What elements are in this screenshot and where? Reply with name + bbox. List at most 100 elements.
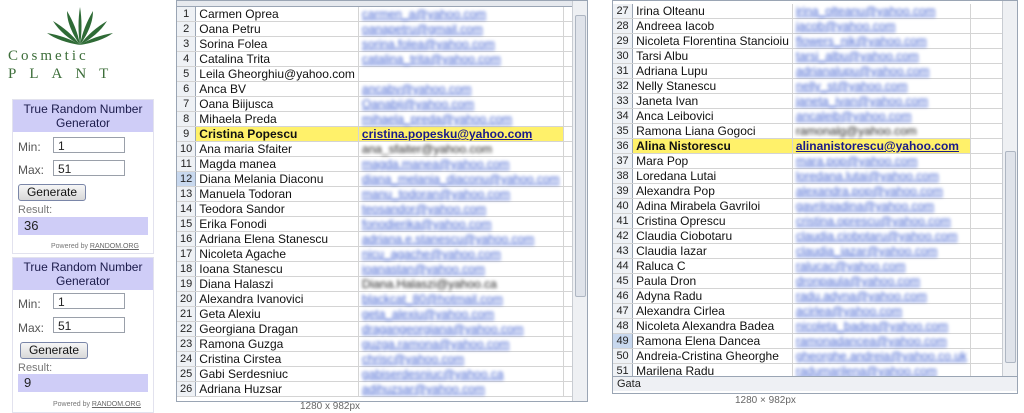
- table-row[interactable]: 37 Mara Pop mara.pop@yahoo.com: [613, 153, 1004, 169]
- row-number[interactable]: 41: [613, 213, 634, 229]
- table-row[interactable]: 33 Janeta Ivan janeta_ivan@yahoo.com: [613, 93, 1004, 109]
- row-number[interactable]: 46: [613, 288, 634, 304]
- row-number[interactable]: 7: [177, 96, 197, 112]
- table-row[interactable]: 43 Claudia Iazar claudia_iazar@yahoo.com: [613, 243, 1004, 259]
- table-row[interactable]: 27 Irina Olteanu irina_olteanu@yahoo.com: [613, 4, 1004, 19]
- name-cell[interactable]: Ana maria Sfaiter: [195, 141, 359, 157]
- name-cell[interactable]: Raluca C: [632, 258, 793, 274]
- max-input[interactable]: 51: [53, 317, 125, 333]
- table-row[interactable]: 6 Anca BV ancabv@yahoo.com: [177, 81, 574, 97]
- row-number[interactable]: 11: [177, 156, 197, 172]
- table-row[interactable]: 13 Manuela Todoran manu_todoran@yahoo.com: [177, 186, 574, 202]
- table-row[interactable]: 26 Adriana Huzsar adihuzsar@yahoo.com: [177, 381, 574, 397]
- name-cell[interactable]: Ramona Guzga: [195, 336, 359, 352]
- name-cell[interactable]: Loredana Lutai: [632, 168, 793, 184]
- email-cell[interactable]: dragangeorgiana@yahoo.com: [358, 321, 564, 337]
- email-cell[interactable]: Diana.Halaszi@yahoo.ca: [358, 276, 564, 292]
- email-cell[interactable]: Oanabij@yahoo.com: [358, 96, 564, 112]
- email-cell[interactable]: acirlea@yahoo.com: [792, 303, 971, 319]
- name-cell[interactable]: Nicoleta Alexandra Badea: [632, 318, 793, 334]
- empty-cell[interactable]: [970, 63, 1004, 79]
- table-row[interactable]: 10 Ana maria Sfaiter ana_sfaiter@yahoo.com: [177, 141, 574, 157]
- name-cell[interactable]: Cristina Oprescu: [632, 213, 793, 229]
- row-number[interactable]: 21: [177, 306, 197, 322]
- row-number[interactable]: 17: [177, 246, 197, 262]
- name-cell[interactable]: Andreea Iacob: [632, 18, 793, 34]
- empty-cell[interactable]: [970, 138, 1004, 154]
- name-cell[interactable]: Ramona Elena Dancea: [632, 333, 793, 349]
- email-cell[interactable]: tarsi_albu@yahoo.com: [792, 48, 971, 64]
- name-cell[interactable]: Janeta Ivan: [632, 93, 793, 109]
- name-cell[interactable]: Claudia Ciobotaru: [632, 228, 793, 244]
- name-cell[interactable]: Manuela Todoran: [195, 186, 359, 202]
- empty-cell[interactable]: [970, 213, 1004, 229]
- email-cell[interactable]: gabiserdesniuc@yahoo.ca: [358, 366, 564, 382]
- row-number[interactable]: 32: [613, 78, 634, 94]
- empty-cell[interactable]: [970, 48, 1004, 64]
- name-cell[interactable]: Diana Halaszi: [195, 276, 359, 292]
- table-row[interactable]: 23 Ramona Guzga guzga.ramona@yahoo.com: [177, 336, 574, 352]
- row-number[interactable]: 45: [613, 273, 634, 289]
- email-cell[interactable]: ramonadancea@yahoo.com: [792, 333, 971, 349]
- table-row[interactable]: 48 Nicoleta Alexandra Badea nicoleta_badea…: [613, 318, 1004, 334]
- row-number[interactable]: 2: [177, 21, 197, 37]
- table-row[interactable]: 42 Claudia Ciobotaru claudia.ciobotaru@yah…: [613, 228, 1004, 244]
- empty-cell[interactable]: [970, 273, 1004, 289]
- table-row[interactable]: 14 Teodora Sandor teosandor@yahoo.com: [177, 201, 574, 217]
- table-row[interactable]: 46 Adyna Radu radu.adyna@yahoo.com: [613, 288, 1004, 304]
- name-cell[interactable]: Anca Leibovici: [632, 108, 793, 124]
- table-row[interactable]: 4 Catalina Trita catalina_trita@yahoo.com: [177, 51, 574, 67]
- email-cell[interactable]: ana_sfaiter@yahoo.com: [358, 141, 564, 157]
- row-number[interactable]: 49: [613, 333, 634, 349]
- name-cell[interactable]: Adina Mirabela Gavriloi: [632, 198, 793, 214]
- row-number[interactable]: 37: [613, 153, 634, 169]
- table-row[interactable]: 17 Nicoleta Agache nicu_agache@yahoo.com: [177, 246, 574, 262]
- name-cell[interactable]: Nicoleta Florentina Stancioiu: [632, 33, 793, 49]
- name-cell[interactable]: Tarsi Albu: [632, 48, 793, 64]
- empty-cell[interactable]: [970, 243, 1004, 259]
- row-number[interactable]: 5: [177, 66, 197, 82]
- table-row[interactable]: 11 Magda manea magda.manea@yahoo.com: [177, 156, 574, 172]
- row-number[interactable]: 4: [177, 51, 197, 67]
- name-cell[interactable]: Paula Dron: [632, 273, 793, 289]
- row-number[interactable]: 22: [177, 321, 197, 337]
- row-number[interactable]: 10: [177, 141, 197, 157]
- row-number[interactable]: 48: [613, 318, 634, 334]
- row-number[interactable]: 47: [613, 303, 634, 319]
- table-row[interactable]: 30 Tarsi Albu tarsi_albu@yahoo.com: [613, 48, 1004, 64]
- row-number[interactable]: 50: [613, 348, 634, 364]
- email-cell[interactable]: adrianalupu@yahoo.com: [792, 63, 971, 79]
- row-number[interactable]: 20: [177, 291, 197, 307]
- email-cell[interactable]: adriana.e.stanescu@yahoo.com: [358, 231, 564, 247]
- row-number[interactable]: 36: [613, 138, 634, 154]
- row-number[interactable]: 6: [177, 81, 197, 97]
- table-row[interactable]: 5 Leila Gheorghiu@yahoo.com: [177, 66, 574, 82]
- name-cell[interactable]: Alina Nistorescu: [632, 138, 793, 154]
- name-cell[interactable]: Ramona Liana Gogoci: [632, 123, 793, 139]
- email-cell[interactable]: irina_olteanu@yahoo.com: [792, 4, 971, 19]
- email-cell[interactable]: claudia.ciobotaru@yahoo.com: [792, 228, 971, 244]
- name-cell[interactable]: Cristina Cirstea: [195, 351, 359, 367]
- empty-cell[interactable]: [970, 288, 1004, 304]
- table-row[interactable]: 29 Nicoleta Florentina Stancioiu flowers_n…: [613, 33, 1004, 49]
- name-cell[interactable]: Alexandra Pop: [632, 183, 793, 199]
- name-cell[interactable]: Diana Melania Diaconu: [195, 171, 359, 187]
- row-number[interactable]: 38: [613, 168, 634, 184]
- email-cell[interactable]: [358, 66, 564, 82]
- empty-cell[interactable]: [970, 258, 1004, 274]
- email-cell[interactable]: blackcat_80@hotmail.com: [358, 291, 564, 307]
- empty-cell[interactable]: [970, 33, 1004, 49]
- name-cell[interactable]: Leila Gheorghiu@yahoo.com: [195, 66, 359, 82]
- name-cell[interactable]: Magda manea: [195, 156, 359, 172]
- name-cell[interactable]: Carmen Oprea: [195, 7, 359, 22]
- name-cell[interactable]: Claudia Iazar: [632, 243, 793, 259]
- generate-button[interactable]: Generate: [18, 184, 86, 201]
- email-cell[interactable]: claudia_iazar@yahoo.com: [792, 243, 971, 259]
- name-cell[interactable]: Mara Pop: [632, 153, 793, 169]
- table-row[interactable]: 50 Andreia-Cristina Gheorghe gheorghe.andr…: [613, 348, 1004, 364]
- name-cell[interactable]: Nelly Stanescu: [632, 78, 793, 94]
- name-cell[interactable]: Sorina Folea: [195, 36, 359, 52]
- max-input[interactable]: 51: [53, 160, 125, 176]
- empty-cell[interactable]: [970, 303, 1004, 319]
- table-row[interactable]: 28 Andreea Iacob jacob@yahoo.com: [613, 18, 1004, 34]
